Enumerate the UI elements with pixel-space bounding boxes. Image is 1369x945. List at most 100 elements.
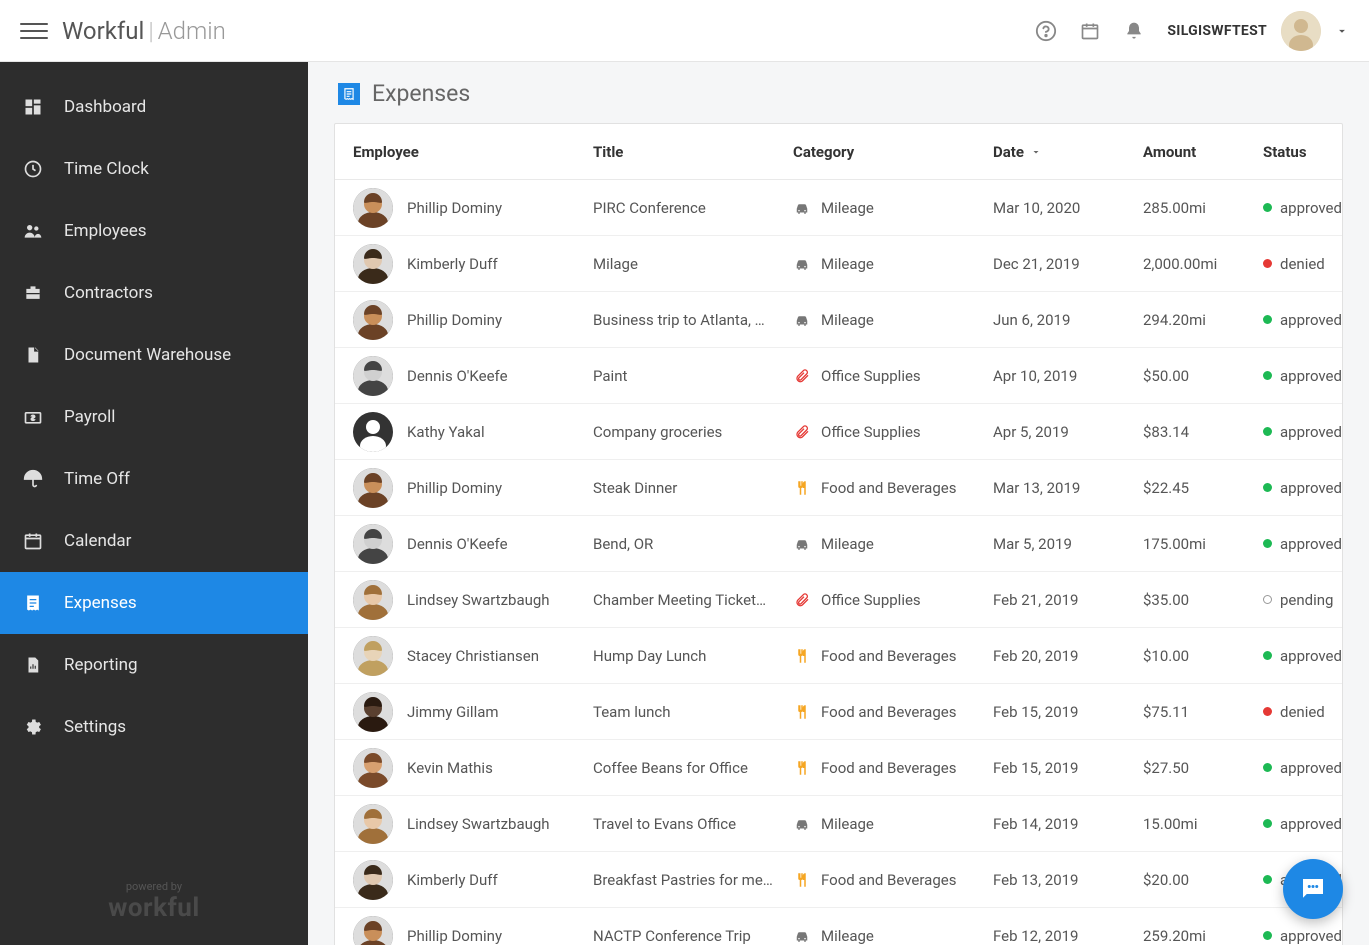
employee-name: Kimberly Duff <box>407 255 498 273</box>
sidebar-item-reporting[interactable]: Reporting <box>0 634 308 696</box>
status-dot-icon <box>1263 427 1272 436</box>
chat-button[interactable] <box>1283 859 1343 919</box>
employee-name: Jimmy Gillam <box>407 703 499 721</box>
document-icon <box>22 344 44 366</box>
table-row[interactable]: Stacey Christiansen Hump Day Lunch Food … <box>335 628 1342 684</box>
employee-name: Kimberly Duff <box>407 871 498 889</box>
hamburger-menu-button[interactable] <box>20 17 48 45</box>
employee-avatar <box>353 692 393 732</box>
category-label: Mileage <box>821 927 874 945</box>
category-label: Food and Beverages <box>821 703 956 721</box>
expense-title: Milage <box>593 255 793 273</box>
employee-avatar <box>353 804 393 844</box>
receipt-icon <box>338 83 360 105</box>
date-cell: Jun 6, 2019 <box>993 311 1143 329</box>
sidebar-item-time-off[interactable]: Time Off <box>0 448 308 510</box>
food-icon <box>793 871 811 889</box>
bell-icon[interactable] <box>1123 20 1145 42</box>
table-row[interactable]: Lindsey Swartzbaugh Travel to Evans Offi… <box>335 796 1342 852</box>
car-icon <box>793 815 811 833</box>
status-label: approved <box>1280 927 1342 945</box>
category-cell: Office Supplies <box>793 423 993 441</box>
status-dot-icon <box>1263 875 1272 884</box>
top-header: Workful|Admin SILGISWFTEST <box>0 0 1369 62</box>
status-dot-icon <box>1263 595 1272 604</box>
sidebar-item-label: Calendar <box>64 531 131 551</box>
table-row[interactable]: Dennis O'Keefe Bend, OR Mileage Mar 5, 2… <box>335 516 1342 572</box>
sidebar-item-label: Time Clock <box>64 159 149 179</box>
table-row[interactable]: Phillip Dominy Business trip to Atlanta,… <box>335 292 1342 348</box>
employee-avatar <box>353 636 393 676</box>
sidebar-item-label: Document Warehouse <box>64 345 231 365</box>
col-status[interactable]: Status <box>1263 143 1369 161</box>
sidebar-item-expenses[interactable]: Expenses <box>0 572 308 634</box>
amount-cell: 15.00mi <box>1143 815 1263 833</box>
car-icon <box>793 199 811 217</box>
table-row[interactable]: Kevin Mathis Coffee Beans for Office Foo… <box>335 740 1342 796</box>
col-employee[interactable]: Employee <box>353 143 593 161</box>
table-row[interactable]: Kathy Yakal Company groceries Office Sup… <box>335 404 1342 460</box>
sidebar-item-settings[interactable]: Settings <box>0 696 308 758</box>
category-label: Mileage <box>821 199 874 217</box>
amount-cell: $27.50 <box>1143 759 1263 777</box>
date-cell: Mar 10, 2020 <box>993 199 1143 217</box>
status-label: approved <box>1280 759 1342 777</box>
powered-by-footer: powered by workful <box>0 864 308 945</box>
sidebar-item-employees[interactable]: Employees <box>0 200 308 262</box>
sidebar-item-contractors[interactable]: Contractors <box>0 262 308 324</box>
status-cell: pending <box>1263 591 1369 609</box>
employee-cell: Kevin Mathis <box>353 748 593 788</box>
status-label: denied <box>1280 703 1325 721</box>
expenses-table: Employee Title Category Date Amount Stat… <box>334 123 1343 945</box>
amount-cell: 285.00mi <box>1143 199 1263 217</box>
date-cell: Mar 5, 2019 <box>993 535 1143 553</box>
table-row[interactable]: Kimberly Duff Milage Mileage Dec 21, 201… <box>335 236 1342 292</box>
sidebar-item-payroll[interactable]: Payroll <box>0 386 308 448</box>
table-row[interactable]: Kimberly Duff Breakfast Pastries for me…… <box>335 852 1342 908</box>
user-avatar <box>1281 11 1321 51</box>
sidebar-item-document-warehouse[interactable]: Document Warehouse <box>0 324 308 386</box>
expense-title: Steak Dinner <box>593 479 793 497</box>
sidebar-item-time-clock[interactable]: Time Clock <box>0 138 308 200</box>
status-cell: approved <box>1263 647 1369 665</box>
clip-icon <box>793 591 811 609</box>
status-cell: approved <box>1263 199 1369 217</box>
settings-icon <box>22 716 44 738</box>
employee-cell: Dennis O'Keefe <box>353 524 593 564</box>
status-cell: approved <box>1263 815 1369 833</box>
category-cell: Office Supplies <box>793 367 993 385</box>
sidebar-item-dashboard[interactable]: Dashboard <box>0 76 308 138</box>
table-row[interactable]: Phillip Dominy Steak Dinner Food and Bev… <box>335 460 1342 516</box>
user-menu[interactable]: SILGISWFTEST <box>1167 11 1349 51</box>
table-row[interactable]: Dennis O'Keefe Paint Office Supplies Apr… <box>335 348 1342 404</box>
clip-icon <box>793 423 811 441</box>
brand-title: Workful|Admin <box>62 17 226 45</box>
chevron-down-icon <box>1335 24 1349 38</box>
date-cell: Feb 15, 2019 <box>993 703 1143 721</box>
calendar-icon[interactable] <box>1079 20 1101 42</box>
amount-cell: $22.45 <box>1143 479 1263 497</box>
col-date[interactable]: Date <box>993 143 1143 161</box>
category-cell: Food and Beverages <box>793 759 993 777</box>
expense-title: Company groceries <box>593 423 793 441</box>
table-row[interactable]: Phillip Dominy PIRC Conference Mileage M… <box>335 180 1342 236</box>
sidebar-item-calendar[interactable]: Calendar <box>0 510 308 572</box>
status-cell: approved <box>1263 759 1369 777</box>
col-amount[interactable]: Amount <box>1143 143 1263 161</box>
category-cell: Mileage <box>793 927 993 945</box>
food-icon <box>793 479 811 497</box>
employee-name: Dennis O'Keefe <box>407 367 508 385</box>
status-dot-icon <box>1263 651 1272 660</box>
employee-name: Phillip Dominy <box>407 199 502 217</box>
category-cell: Mileage <box>793 311 993 329</box>
table-row[interactable]: Phillip Dominy NACTP Conference Trip Mil… <box>335 908 1342 945</box>
table-row[interactable]: Lindsey Swartzbaugh Chamber Meeting Tick… <box>335 572 1342 628</box>
employee-cell: Phillip Dominy <box>353 188 593 228</box>
table-row[interactable]: Jimmy Gillam Team lunch Food and Beverag… <box>335 684 1342 740</box>
col-category[interactable]: Category <box>793 143 993 161</box>
category-cell: Food and Beverages <box>793 871 993 889</box>
col-title[interactable]: Title <box>593 143 793 161</box>
category-label: Office Supplies <box>821 591 921 609</box>
status-cell: approved <box>1263 423 1369 441</box>
help-icon[interactable] <box>1035 20 1057 42</box>
